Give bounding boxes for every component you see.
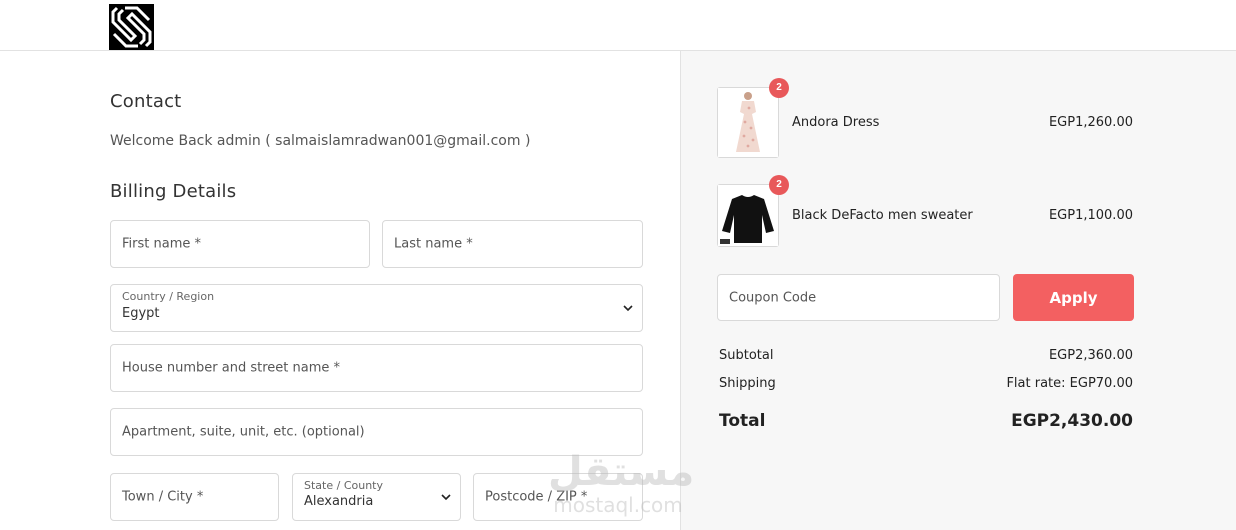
first-name-field[interactable]: First name * (110, 220, 370, 268)
coupon-placeholder: Coupon Code (729, 290, 817, 305)
country-select[interactable]: Country / Region Egypt (110, 284, 643, 332)
quantity-badge: 2 (769, 78, 789, 98)
item-price: EGP1,100.00 (1048, 208, 1133, 223)
contact-title: Contact (110, 91, 182, 112)
total-value: EGP2,430.00 (1011, 411, 1133, 431)
shipping-label: Shipping (719, 376, 776, 391)
street-address-field[interactable]: House number and street name * (110, 344, 643, 392)
dress-image-icon (718, 88, 778, 157)
state-select[interactable]: State / County Alexandria (292, 473, 461, 521)
site-header (0, 0, 1236, 51)
street-placeholder: House number and street name * (122, 360, 340, 376)
item-name: Black DeFacto men sweater (792, 208, 973, 223)
state-label: State / County (304, 479, 383, 492)
sweater-image-icon (718, 185, 778, 246)
apartment-placeholder: Apartment, suite, unit, etc. (optional) (122, 424, 365, 440)
chevron-down-icon (623, 305, 633, 312)
country-value: Egypt (122, 306, 160, 321)
last-name-field[interactable]: Last name * (382, 220, 643, 268)
store-logo-icon[interactable] (109, 4, 154, 50)
billing-title: Billing Details (110, 181, 237, 202)
state-value: Alexandria (304, 494, 374, 509)
coupon-code-input[interactable]: Coupon Code (717, 274, 1000, 321)
mostaql-watermark: مستقل mostaql.com (548, 449, 695, 524)
quantity-badge: 2 (769, 175, 789, 195)
city-placeholder: Town / City * (122, 489, 204, 505)
product-thumbnail[interactable] (717, 184, 779, 247)
order-summary-panel: 2 Andora Dress EGP1,260.00 2 Black DeFac… (680, 51, 1236, 530)
city-field[interactable]: Town / City * (110, 473, 279, 521)
apply-coupon-button[interactable]: Apply (1013, 274, 1134, 321)
item-name: Andora Dress (792, 115, 880, 130)
last-name-placeholder: Last name * (394, 236, 473, 252)
welcome-text: Welcome Back admin ( salmaislamradwan001… (110, 133, 531, 149)
shipping-value: Flat rate: EGP70.00 (1006, 376, 1133, 391)
product-thumbnail[interactable] (717, 87, 779, 158)
subtotal-value: EGP2,360.00 (1048, 348, 1133, 363)
subtotal-label: Subtotal (719, 348, 774, 363)
chevron-down-icon (441, 494, 451, 501)
item-price: EGP1,260.00 (1048, 115, 1133, 130)
total-label: Total (719, 411, 766, 431)
watermark-latin: mostaql.com (553, 493, 683, 517)
watermark-arabic: مستقل (548, 449, 695, 495)
country-label: Country / Region (122, 290, 215, 303)
first-name-placeholder: First name * (122, 236, 201, 252)
